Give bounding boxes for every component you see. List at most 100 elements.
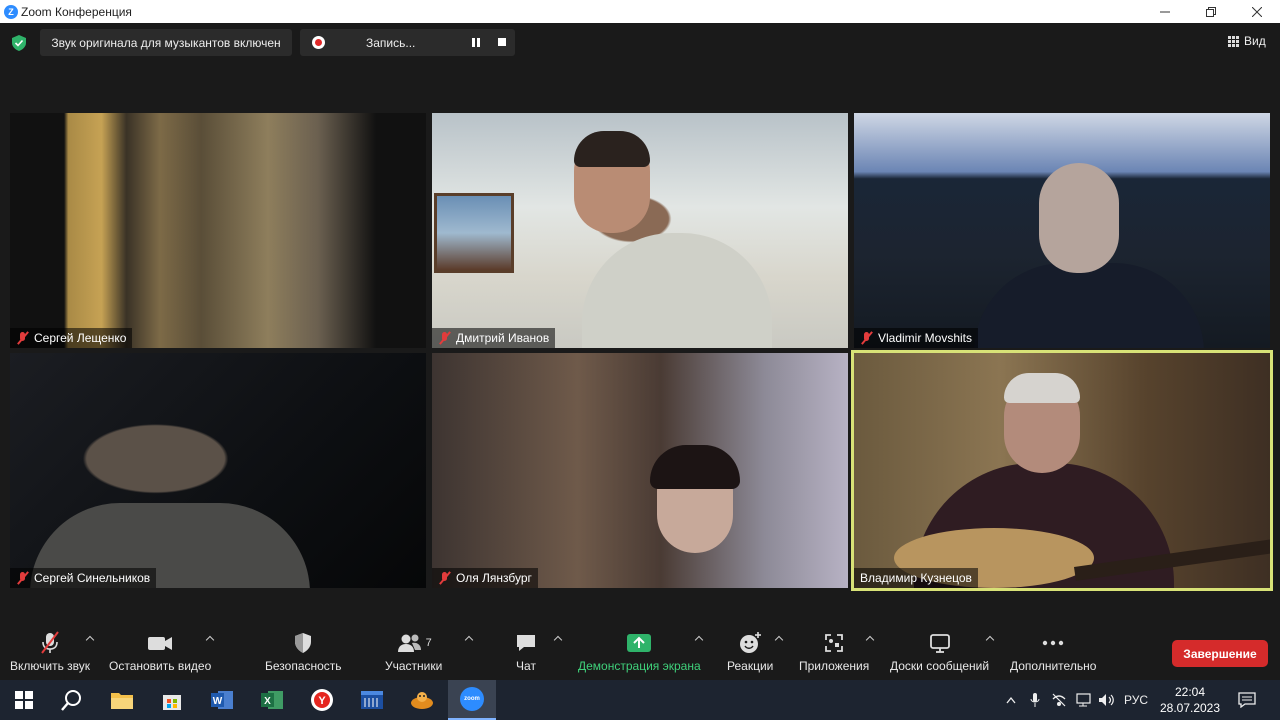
end-meeting-button[interactable]: Завершение bbox=[1172, 640, 1268, 667]
tray-network-status[interactable] bbox=[1048, 680, 1070, 720]
excel-icon: X bbox=[261, 691, 283, 709]
muted-mic-icon bbox=[438, 571, 452, 585]
apps-options-caret[interactable] bbox=[866, 634, 874, 642]
participant-name-tag: Сергей Лещенко bbox=[10, 328, 133, 348]
reactions-button[interactable]: Реакции bbox=[727, 630, 773, 673]
zoom-logo-icon: Z bbox=[4, 4, 18, 19]
reactions-label: Реакции bbox=[727, 659, 774, 673]
video-tile[interactable]: Сергей Синельников bbox=[10, 353, 426, 588]
video-tile[interactable]: Оля Лянзбург bbox=[432, 353, 848, 588]
taskbar-app[interactable] bbox=[348, 680, 396, 720]
muted-mic-icon bbox=[860, 331, 874, 345]
more-label: Дополнительно bbox=[1010, 659, 1097, 673]
unmute-label: Включить звук bbox=[10, 659, 91, 673]
taskbar-store[interactable] bbox=[148, 680, 196, 720]
participants-button[interactable]: 7 Участники bbox=[385, 630, 442, 673]
participants-options-caret[interactable] bbox=[465, 634, 473, 642]
zoom-app-icon-label: zoom bbox=[464, 696, 480, 702]
video-camera-icon bbox=[148, 637, 173, 650]
participants-count: 7 bbox=[425, 637, 432, 649]
video-tile[interactable]: Сергей Лещенко bbox=[10, 113, 426, 348]
chat-label: Чат bbox=[516, 659, 536, 673]
taskbar-file-explorer[interactable] bbox=[98, 680, 146, 720]
action-center-button[interactable] bbox=[1234, 680, 1260, 720]
participant-name-tag: Сергей Синельников bbox=[10, 568, 157, 588]
network-disconnected-icon bbox=[1052, 693, 1066, 707]
word-icon: W bbox=[211, 691, 233, 709]
pause-recording-button[interactable] bbox=[472, 38, 480, 47]
recording-dot-icon bbox=[312, 36, 325, 49]
stop-video-label: Остановить видео bbox=[109, 659, 212, 673]
stop-recording-button[interactable] bbox=[498, 38, 506, 46]
original-sound-status[interactable]: Звук оригинала для музыкантов включен bbox=[40, 29, 292, 56]
whiteboards-options-caret[interactable] bbox=[986, 634, 994, 642]
taskbar-yandex-browser[interactable]: Y bbox=[298, 680, 346, 720]
title-bar: Z Zoom Конференция bbox=[0, 0, 1280, 23]
more-button[interactable]: Дополнительно bbox=[1010, 630, 1096, 673]
participant-name: Оля Лянзбург bbox=[456, 571, 532, 585]
yandex-browser-icon: Y bbox=[311, 689, 333, 711]
stop-video-button[interactable]: Остановить видео bbox=[109, 630, 211, 673]
tray-volume[interactable] bbox=[1096, 680, 1118, 720]
search-icon bbox=[61, 690, 81, 711]
reactions-emoji-icon bbox=[740, 632, 762, 653]
participant-name: Vladimir Movshits bbox=[878, 331, 973, 345]
share-screen-button[interactable]: Демонстрация экрана bbox=[578, 630, 701, 673]
app-window-icon bbox=[361, 691, 383, 709]
taskbar-excel[interactable]: X bbox=[248, 680, 296, 720]
video-options-caret[interactable] bbox=[206, 634, 214, 642]
minimize-button[interactable] bbox=[1142, 0, 1188, 23]
unmute-button[interactable]: Включить звук bbox=[10, 630, 90, 673]
folder-icon bbox=[111, 693, 133, 709]
whiteboard-icon bbox=[929, 634, 950, 653]
start-button[interactable] bbox=[0, 680, 48, 720]
chat-button[interactable]: Чат bbox=[514, 630, 538, 673]
clock-date: 28.07.2023 bbox=[1159, 701, 1221, 715]
video-tile[interactable]: Vladimir Movshits bbox=[854, 113, 1270, 348]
store-bag-icon bbox=[163, 695, 181, 710]
input-language[interactable]: РУС bbox=[1120, 680, 1152, 720]
muted-mic-icon bbox=[16, 571, 30, 585]
audio-options-caret[interactable] bbox=[86, 634, 94, 642]
tray-microphone[interactable] bbox=[1024, 680, 1046, 720]
svg-text:W: W bbox=[213, 696, 223, 707]
active-speaker-tile[interactable]: Владимир Кузнецов bbox=[851, 350, 1273, 591]
taskbar-zoom[interactable]: zoom bbox=[448, 680, 496, 720]
reactions-options-caret[interactable] bbox=[775, 634, 783, 642]
show-hidden-icons-button[interactable] bbox=[1000, 680, 1022, 720]
video-tile[interactable]: Дмитрий Иванов bbox=[432, 113, 848, 348]
muted-microphone-icon bbox=[41, 631, 59, 654]
microphone-icon bbox=[1030, 693, 1040, 707]
participant-name-tag: Оля Лянзбург bbox=[432, 568, 538, 588]
speaker-volume-icon bbox=[1099, 694, 1114, 706]
taskbar-word[interactable]: W bbox=[198, 680, 246, 720]
apps-label: Приложения bbox=[799, 659, 870, 673]
view-label: Вид bbox=[1244, 34, 1266, 48]
participant-name-tag: Vladimir Movshits bbox=[854, 328, 979, 348]
share-options-caret[interactable] bbox=[695, 634, 703, 642]
chat-options-caret[interactable] bbox=[554, 634, 562, 642]
restore-button[interactable] bbox=[1188, 0, 1234, 23]
apps-icon bbox=[825, 634, 844, 652]
windows-taskbar: W X Y zoom РУС 22:04 28.07.2023 bbox=[0, 680, 1280, 720]
participants-icon bbox=[397, 634, 421, 652]
participants-label: Участники bbox=[385, 659, 443, 673]
view-button[interactable]: Вид bbox=[1228, 34, 1266, 48]
minimize-icon bbox=[1160, 11, 1170, 12]
taskbar-clock[interactable]: 22:04 28.07.2023 bbox=[1154, 684, 1226, 716]
recording-panel: Запись... bbox=[300, 29, 515, 56]
close-icon bbox=[1252, 6, 1262, 17]
security-shield-icon[interactable] bbox=[12, 35, 26, 51]
svg-text:Y: Y bbox=[318, 695, 326, 707]
whiteboards-button[interactable]: Доски сообщений bbox=[890, 630, 989, 673]
security-button[interactable]: Безопасность bbox=[265, 630, 342, 673]
recording-label: Запись... bbox=[366, 36, 416, 50]
tray-network[interactable] bbox=[1072, 680, 1094, 720]
participant-name: Сергей Лещенко bbox=[34, 331, 127, 345]
taskbar-game-app[interactable] bbox=[398, 680, 446, 720]
close-button[interactable] bbox=[1234, 0, 1280, 23]
more-dots-icon bbox=[1042, 640, 1064, 646]
search-button[interactable] bbox=[48, 680, 96, 720]
apps-button[interactable]: Приложения bbox=[799, 630, 869, 673]
chat-bubble-icon bbox=[517, 635, 535, 651]
